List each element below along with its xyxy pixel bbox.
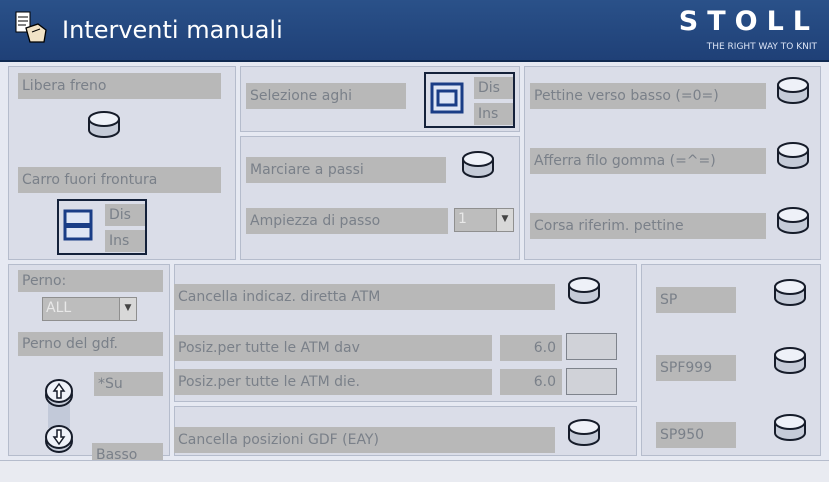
sp-label: SP — [656, 287, 736, 313]
step-width-label: Ampiezza di passo — [246, 208, 448, 234]
atm-front-value: 6.0 — [500, 335, 562, 361]
carriage-dis-option[interactable]: Dis — [105, 204, 145, 226]
carriage-ins-option[interactable]: Ins — [105, 230, 145, 252]
pin-gdf-label: Perno del gdf. — [18, 332, 163, 356]
up-arrow-icon[interactable] — [44, 378, 74, 408]
brand-logo: STOLL — [678, 6, 819, 37]
gdf-clear-label: Cancella posizioni GDF (EAY) — [174, 427, 555, 453]
comb-grab-label: Afferra filo gomma (=^=) — [530, 148, 766, 174]
brand-tagline: THE RIGHT WAY TO KNIT — [706, 42, 817, 52]
comb-ref-label: Corsa riferim. pettine — [530, 213, 766, 239]
spf999-label: SPF999 — [656, 355, 736, 381]
step-width-dropdown[interactable]: 1 ▼ — [454, 208, 514, 232]
atm-front-input[interactable] — [566, 333, 617, 360]
step-button[interactable] — [460, 150, 496, 182]
needle-ins-option[interactable]: Ins — [474, 103, 513, 125]
brake-label: Libera freno — [18, 73, 221, 99]
carriage-toggle[interactable]: Dis Ins — [57, 199, 147, 255]
sp950-button[interactable] — [772, 413, 808, 445]
manual-intervention-icon — [14, 10, 50, 46]
sp-button[interactable] — [772, 278, 808, 310]
chevron-down-icon[interactable]: ▼ — [496, 209, 513, 231]
needle-dis-option[interactable]: Dis — [474, 77, 513, 99]
status-bar — [0, 460, 829, 482]
comb-down-label: Pettine verso basso (=0=) — [530, 83, 766, 109]
carriage-label: Carro fuori frontura — [18, 167, 221, 193]
pin-up-label: *Su — [94, 372, 163, 396]
comb-grab-button[interactable] — [775, 141, 811, 173]
window-toggle-icon — [63, 209, 93, 241]
window-toggle-icon — [430, 82, 464, 114]
spf999-button[interactable] — [772, 346, 808, 378]
needle-select-toggle[interactable]: Dis Ins — [424, 72, 515, 128]
atm-back-value: 6.0 — [500, 369, 562, 395]
atm-front-label: Posiz.per tutte le ATM dav — [174, 335, 492, 361]
atm-clear-button[interactable] — [566, 276, 602, 308]
comb-ref-button[interactable] — [775, 206, 811, 238]
needle-select-label: Selezione aghi — [246, 83, 406, 109]
down-arrow-icon[interactable] — [44, 424, 74, 454]
pin-label: Perno: — [18, 270, 163, 292]
pin-dropdown[interactable]: ALL ▼ — [42, 297, 137, 321]
release-brake-button[interactable] — [86, 110, 122, 142]
sp950-label: SP950 — [656, 422, 736, 448]
pin-select-value: ALL — [46, 300, 72, 316]
atm-back-label: Posiz.per tutte le ATM die. — [174, 369, 492, 395]
window-title: Interventi manuali — [62, 16, 283, 44]
title-bar: Interventi manuali STOLL THE RIGHT WAY T… — [0, 0, 829, 62]
pin-panel — [8, 264, 170, 456]
step-width-value: 1 — [458, 211, 467, 227]
atm-back-input[interactable] — [566, 368, 617, 395]
chevron-down-icon[interactable]: ▼ — [119, 298, 136, 320]
step-label: Marciare a passi — [246, 157, 446, 183]
gdf-clear-button[interactable] — [566, 418, 602, 450]
atm-clear-label: Cancella indicaz. diretta ATM — [174, 284, 555, 310]
comb-down-button[interactable] — [775, 76, 811, 108]
